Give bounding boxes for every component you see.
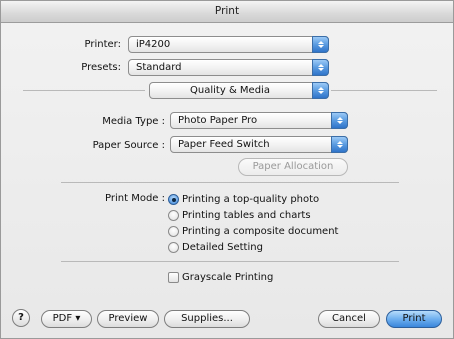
printer-label: Printer: [84,39,121,50]
preview-button[interactable]: Preview [97,310,159,328]
radio-tables-and-charts[interactable]: Printing tables and charts [168,209,311,222]
radio-indicator [168,210,179,221]
presets-value: Standard [136,62,182,73]
separator-right [331,90,437,91]
help-icon[interactable]: ? [12,309,30,327]
separator [61,182,399,183]
media-type-popup[interactable]: Photo Paper Pro [170,112,348,129]
radio-indicator [168,242,179,253]
panel-popup[interactable]: Quality & Media [149,82,329,99]
updown-arrows-icon [312,59,329,76]
panel-value: Quality & Media [190,85,270,96]
paper-source-popup[interactable]: Paper Feed Switch [170,136,348,153]
print-button[interactable]: Print [386,310,442,328]
checkbox-box [168,272,179,283]
paper-source-label: Paper Source : [92,140,165,151]
presets-popup[interactable]: Standard [128,59,329,76]
pdf-button[interactable]: PDF ▾ [41,310,92,328]
updown-arrows-icon [331,112,348,129]
cancel-button[interactable]: Cancel [318,310,380,328]
print-dialog: Print Printer: iP4200 Presets: Standard … [0,0,454,339]
updown-arrows-icon [331,136,348,153]
radio-detailed-setting[interactable]: Detailed Setting [168,241,263,254]
paper-allocation-button[interactable]: Paper Allocation [238,158,348,176]
media-type-label: Media Type : [102,116,165,127]
radio-label: Printing tables and charts [182,210,311,221]
radio-composite-document[interactable]: Printing a composite document [168,225,338,238]
radio-label: Detailed Setting [182,242,263,253]
paper-source-value: Paper Feed Switch [178,139,270,150]
updown-arrows-icon [312,36,329,53]
printer-popup[interactable]: iP4200 [128,36,329,53]
updown-arrows-icon [312,82,329,99]
print-mode-label: Print Mode : [105,193,165,204]
presets-label: Presets: [81,62,121,73]
grayscale-checkbox[interactable]: Grayscale Printing [168,271,273,284]
window-title: Print [1,1,453,23]
separator-left [23,90,145,91]
radio-indicator [168,226,179,237]
radio-label: Printing a composite document [182,226,339,237]
media-type-value: Photo Paper Pro [178,115,258,126]
grayscale-label: Grayscale Printing [182,272,274,283]
separator [61,261,399,262]
radio-top-quality-photo[interactable]: Printing a top-quality photo [168,193,319,206]
radio-selected-indicator [168,194,179,205]
printer-value: iP4200 [136,39,171,50]
supplies-button[interactable]: Supplies... [164,310,250,328]
radio-label: Printing a top-quality photo [182,194,320,205]
